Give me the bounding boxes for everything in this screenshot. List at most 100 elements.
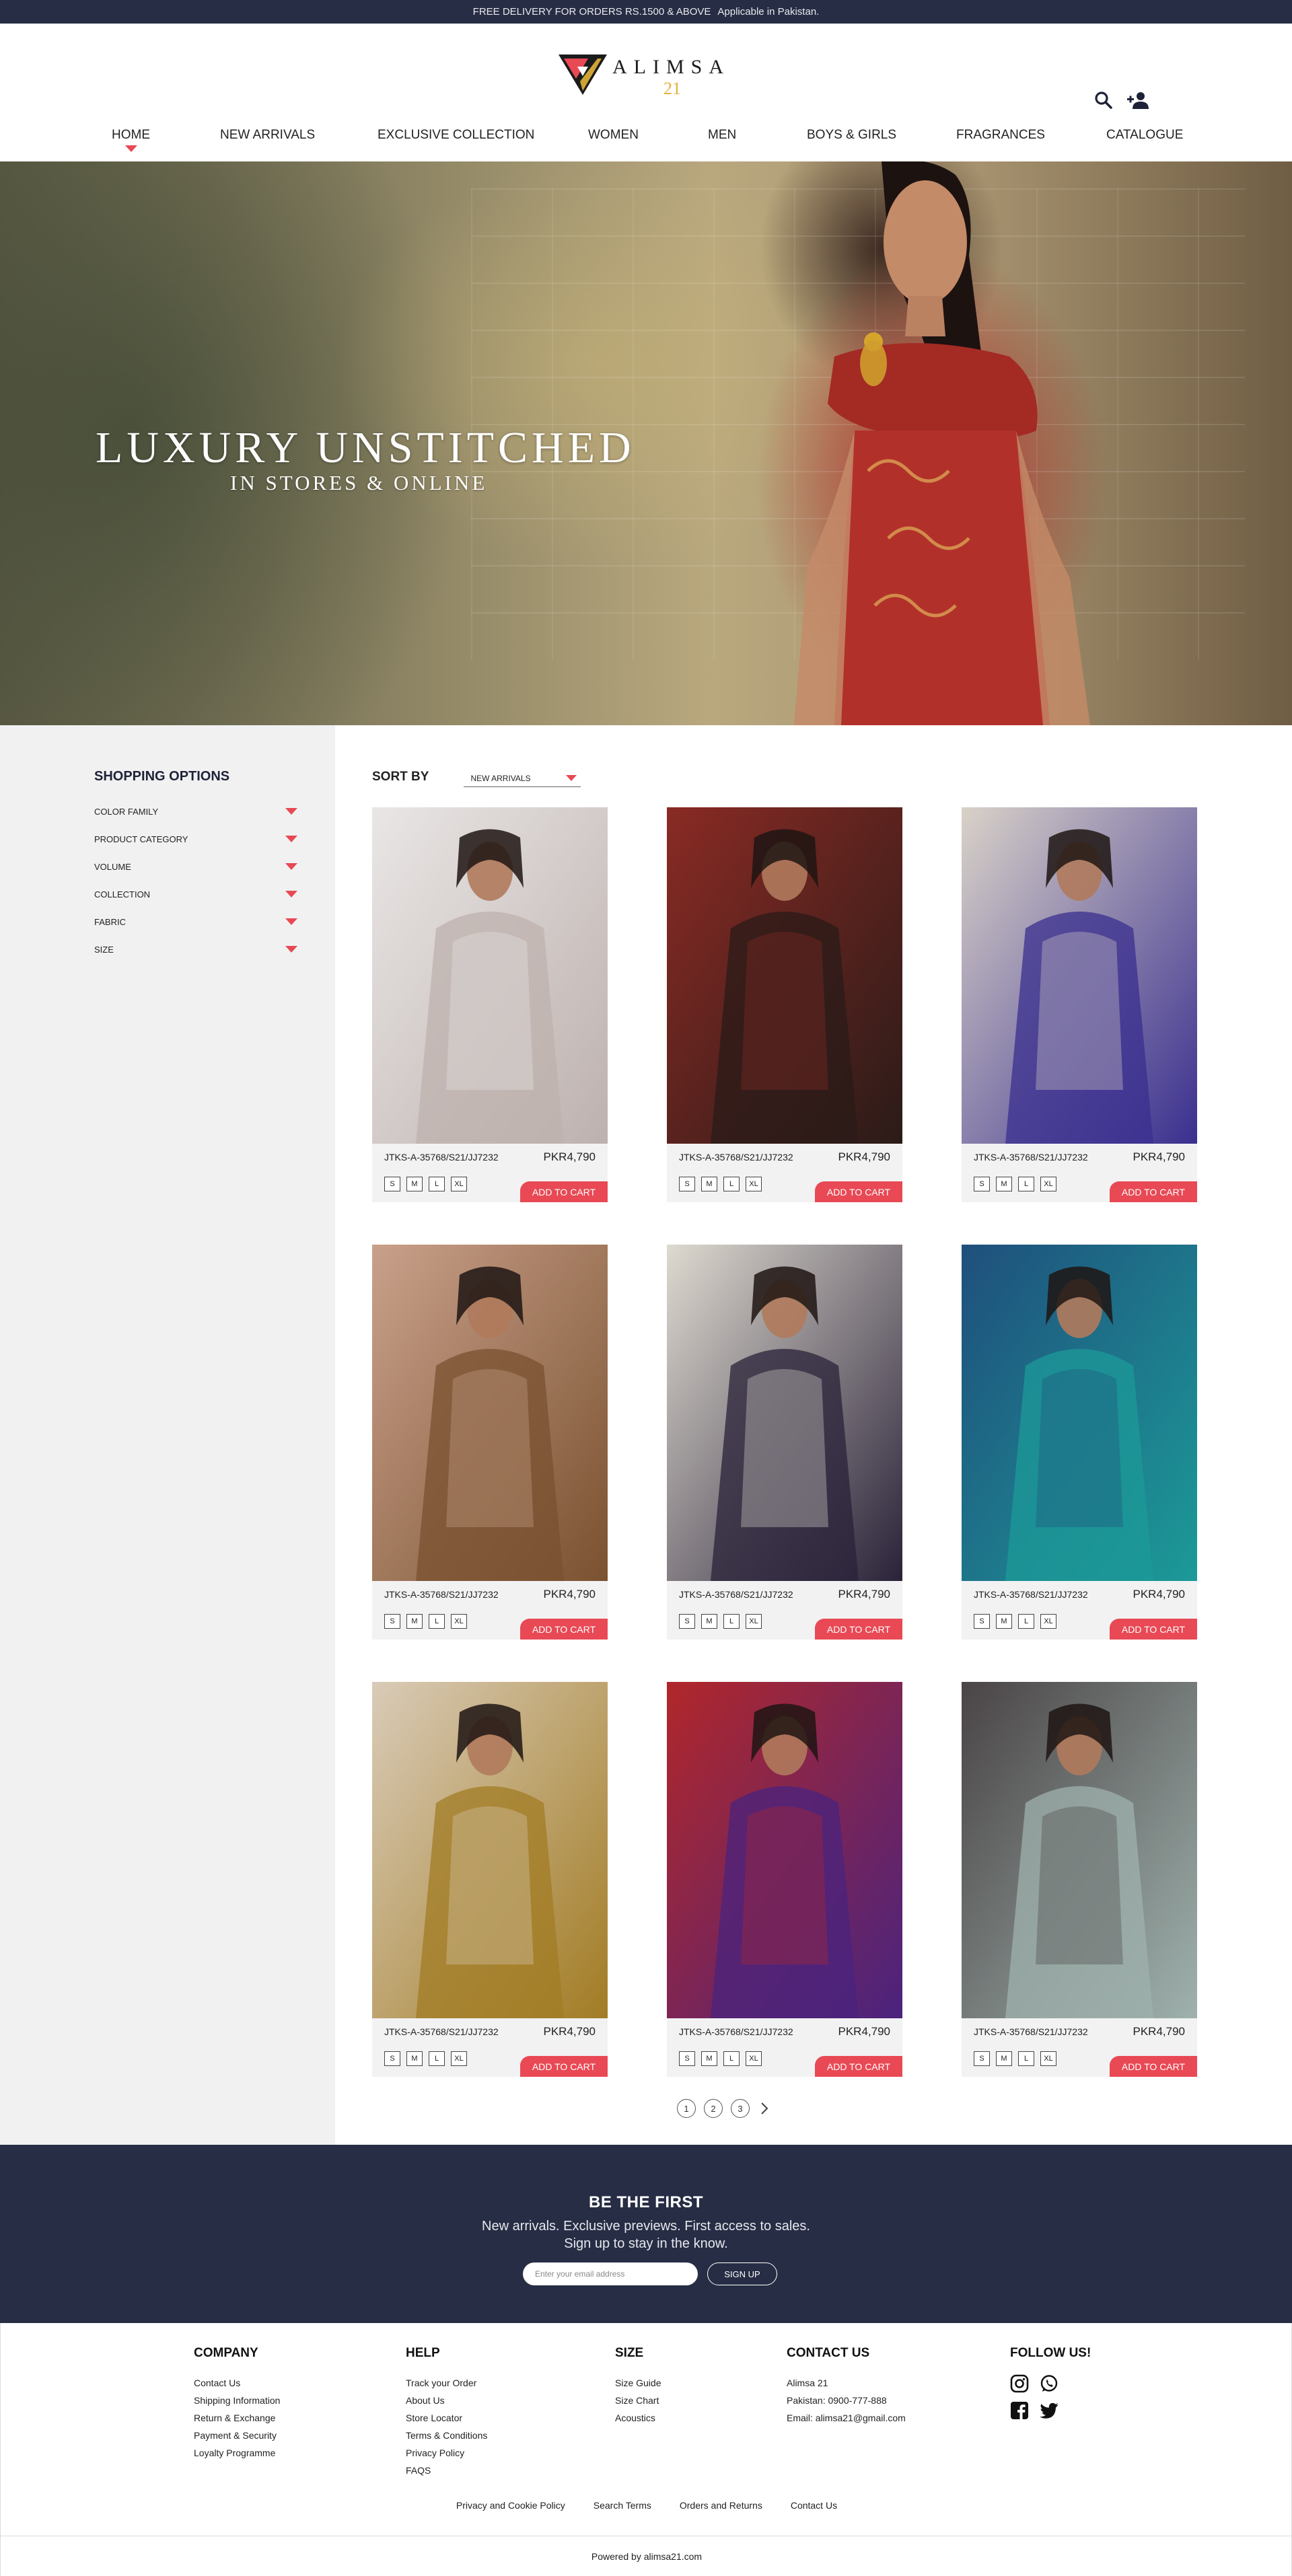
sort-dropdown[interactable]: NEW ARRIVALS: [464, 767, 581, 787]
product-card[interactable]: JTKS-A-35768/S21/JJ7232 PKR4,790 S M L XL ADD …: [962, 1245, 1197, 1640]
size-option-l[interactable]: L: [723, 1614, 740, 1629]
size-option-xl[interactable]: XL: [451, 1177, 467, 1191]
size-option-l[interactable]: L: [1018, 1177, 1034, 1191]
page-1-button[interactable]: 1: [677, 2099, 696, 2118]
footer-link[interactable]: FAQS: [406, 2462, 487, 2479]
product-card[interactable]: JTKS-A-35768/S21/JJ7232 PKR4,790 S M L XL ADD …: [667, 1245, 902, 1640]
size-option-xl[interactable]: XL: [746, 2051, 762, 2066]
filter-product-category[interactable]: PRODUCT CATEGORY: [94, 834, 297, 850]
search-terms-link[interactable]: Search Terms: [594, 2500, 651, 2511]
footer-link[interactable]: Return & Exchange: [194, 2409, 280, 2427]
size-option-m[interactable]: M: [701, 1177, 717, 1191]
size-option-s[interactable]: S: [974, 1177, 990, 1191]
size-option-m[interactable]: M: [996, 1177, 1012, 1191]
size-option-s[interactable]: S: [384, 1614, 400, 1629]
product-image[interactable]: [372, 1682, 608, 2018]
contact-us-link[interactable]: Contact Us: [791, 2500, 837, 2511]
product-card[interactable]: JTKS-A-35768/S21/JJ7232 PKR4,790 S M L XL ADD …: [962, 1682, 1197, 2077]
facebook-icon[interactable]: [1010, 2401, 1029, 2420]
nav-fragrances[interactable]: FRAGRANCES: [956, 128, 1045, 143]
add-to-cart-button[interactable]: ADD TO CART: [815, 1619, 902, 1640]
size-option-xl[interactable]: XL: [1040, 2051, 1056, 2066]
size-option-l[interactable]: L: [429, 1177, 445, 1191]
footer-link[interactable]: Size Chart: [615, 2392, 661, 2409]
product-image[interactable]: [962, 1245, 1197, 1581]
size-option-m[interactable]: M: [701, 2051, 717, 2066]
footer-link[interactable]: Terms & Conditions: [406, 2427, 487, 2444]
product-card[interactable]: JTKS-A-35768/S21/JJ7232 PKR4,790 S M L XL ADD …: [667, 1682, 902, 2077]
instagram-icon[interactable]: [1010, 2374, 1029, 2393]
product-image[interactable]: [372, 1245, 608, 1581]
nav-men[interactable]: MEN: [708, 128, 736, 143]
size-option-s[interactable]: S: [384, 2051, 400, 2066]
nav-catalogue[interactable]: CATALOGUE: [1106, 128, 1183, 143]
size-option-s[interactable]: S: [974, 1614, 990, 1629]
filter-size[interactable]: SIZE: [94, 944, 297, 960]
add-to-cart-button[interactable]: ADD TO CART: [815, 2056, 902, 2077]
size-option-m[interactable]: M: [406, 2051, 423, 2066]
size-option-m[interactable]: M: [996, 2051, 1012, 2066]
product-image[interactable]: [667, 807, 902, 1144]
signup-button[interactable]: SIGN UP: [707, 2262, 777, 2285]
size-option-l[interactable]: L: [723, 1177, 740, 1191]
footer-link[interactable]: Store Locator: [406, 2409, 487, 2427]
twitter-icon[interactable]: [1040, 2401, 1060, 2420]
privacy-cookie-link[interactable]: Privacy and Cookie Policy: [456, 2500, 565, 2511]
search-icon[interactable]: [1094, 91, 1113, 110]
filter-collection[interactable]: COLLECTION: [94, 889, 297, 905]
add-to-cart-button[interactable]: ADD TO CART: [520, 1181, 608, 1202]
footer-link[interactable]: About Us: [406, 2392, 487, 2409]
add-to-cart-button[interactable]: ADD TO CART: [1110, 1619, 1197, 1640]
filter-fabric[interactable]: FABRIC: [94, 916, 297, 932]
hero-banner[interactable]: LUXURY UNSTITCHED IN STORES & ONLINE: [0, 161, 1292, 725]
size-option-xl[interactable]: XL: [1040, 1614, 1056, 1629]
size-option-m[interactable]: M: [406, 1177, 423, 1191]
orders-returns-link[interactable]: Orders and Returns: [680, 2500, 762, 2511]
page-3-button[interactable]: 3: [731, 2099, 750, 2118]
size-option-s[interactable]: S: [974, 2051, 990, 2066]
whatsapp-icon[interactable]: [1040, 2374, 1058, 2393]
size-option-s[interactable]: S: [679, 1614, 695, 1629]
footer-link[interactable]: Shipping Information: [194, 2392, 280, 2409]
product-card[interactable]: JTKS-A-35768/S21/JJ7232 PKR4,790 S M L XL ADD …: [667, 807, 902, 1202]
brand-logo[interactable]: ALIMSA 21: [557, 52, 739, 102]
add-to-cart-button[interactable]: ADD TO CART: [520, 2056, 608, 2077]
email-field[interactable]: Enter your email address: [523, 2262, 698, 2285]
footer-link[interactable]: Acoustics: [615, 2409, 661, 2427]
footer-link[interactable]: Size Guide: [615, 2374, 661, 2392]
product-image[interactable]: [962, 807, 1197, 1144]
size-option-xl[interactable]: XL: [746, 1614, 762, 1629]
nav-new-arrivals[interactable]: NEW ARRIVALS: [220, 128, 315, 143]
footer-link[interactable]: Contact Us: [194, 2374, 280, 2392]
product-card[interactable]: JTKS-A-35768/S21/JJ7232 PKR4,790 S M L XL ADD …: [372, 1682, 608, 2077]
size-option-l[interactable]: L: [1018, 1614, 1034, 1629]
add-to-cart-button[interactable]: ADD TO CART: [520, 1619, 608, 1640]
nav-exclusive-collection[interactable]: EXCLUSIVE COLLECTION: [378, 128, 534, 143]
size-option-l[interactable]: L: [723, 2051, 740, 2066]
product-image[interactable]: [372, 807, 608, 1144]
size-option-m[interactable]: M: [701, 1614, 717, 1629]
size-option-l[interactable]: L: [1018, 2051, 1034, 2066]
product-image[interactable]: [962, 1682, 1197, 2018]
size-option-xl[interactable]: XL: [451, 2051, 467, 2066]
product-image[interactable]: [667, 1245, 902, 1581]
size-option-m[interactable]: M: [996, 1614, 1012, 1629]
size-option-s[interactable]: S: [679, 1177, 695, 1191]
size-option-m[interactable]: M: [406, 1614, 423, 1629]
footer-link[interactable]: Track your Order: [406, 2374, 487, 2392]
size-option-xl[interactable]: XL: [451, 1614, 467, 1629]
size-option-l[interactable]: L: [429, 1614, 445, 1629]
add-to-cart-button[interactable]: ADD TO CART: [1110, 2056, 1197, 2077]
add-user-icon[interactable]: [1126, 91, 1151, 110]
size-option-s[interactable]: S: [679, 2051, 695, 2066]
product-card[interactable]: JTKS-A-35768/S21/JJ7232 PKR4,790 S M L XL ADD …: [372, 807, 608, 1202]
product-card[interactable]: JTKS-A-35768/S21/JJ7232 PKR4,790 S M L XL ADD …: [962, 807, 1197, 1202]
product-image[interactable]: [667, 1682, 902, 2018]
size-option-xl[interactable]: XL: [1040, 1177, 1056, 1191]
product-card[interactable]: JTKS-A-35768/S21/JJ7232 PKR4,790 S M L XL ADD …: [372, 1245, 608, 1640]
add-to-cart-button[interactable]: ADD TO CART: [1110, 1181, 1197, 1202]
filter-color-family[interactable]: COLOR FAMILY: [94, 806, 297, 822]
footer-link[interactable]: Payment & Security: [194, 2427, 280, 2444]
nav-women[interactable]: WOMEN: [588, 128, 639, 143]
nav-boys-girls[interactable]: BOYS & GIRLS: [807, 128, 896, 143]
